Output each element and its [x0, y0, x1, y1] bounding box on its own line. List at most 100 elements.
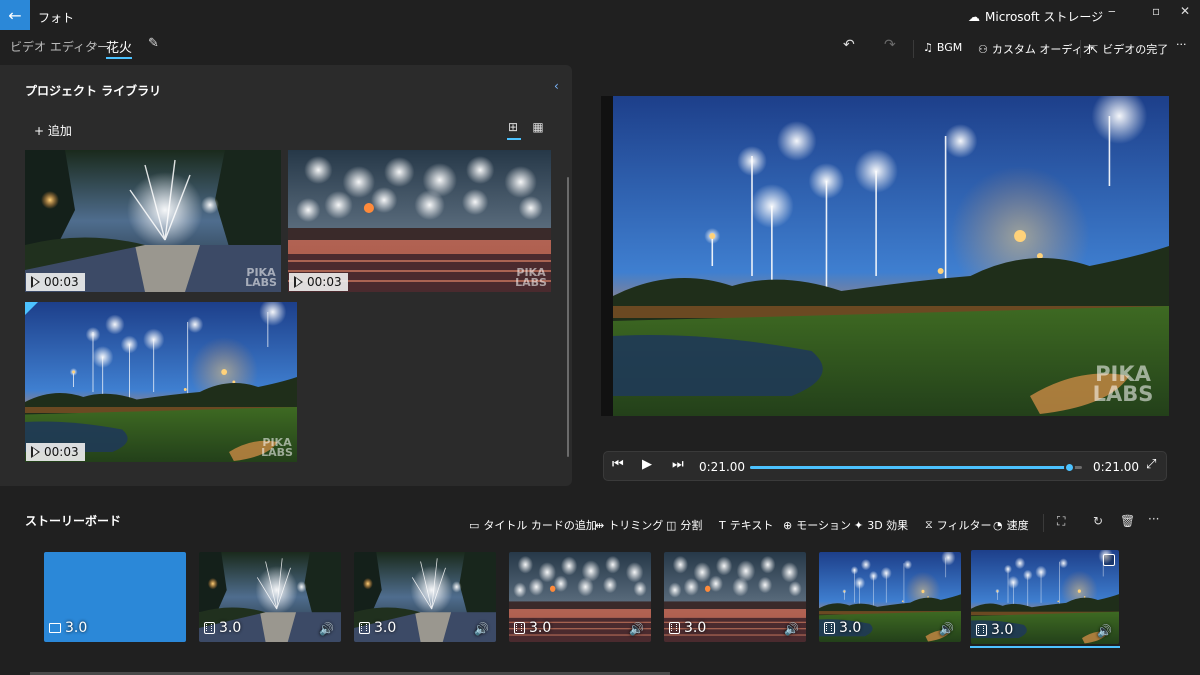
clip-duration: 3.0	[514, 620, 551, 636]
video-preview[interactable]: PIKA LABS	[601, 96, 1169, 416]
trim-button[interactable]: ⇹ トリミング	[595, 517, 663, 533]
filter-label: フィルター	[936, 519, 992, 532]
image-icon	[49, 623, 61, 633]
clip-duration: 3.0	[49, 620, 87, 636]
clip-duration-text: 3.0	[65, 620, 88, 636]
clip-select-checkbox[interactable]	[1103, 554, 1115, 566]
seek-bar[interactable]	[750, 462, 1082, 473]
storyboard-divider	[1043, 514, 1044, 532]
export-icon: ⇱	[1089, 42, 1099, 56]
custom-audio-label: カスタム オーディオ	[991, 43, 1094, 56]
volume-icon[interactable]: 🔊	[319, 622, 334, 636]
fireworks-thumbnail	[25, 302, 297, 462]
toolbar-divider	[913, 40, 914, 58]
storyboard-clip-selected[interactable]: 3.0 🔊	[971, 550, 1119, 644]
duration-badge: 00:03	[26, 273, 85, 291]
speed-label: 速度	[1006, 519, 1029, 532]
music-note-icon: ♫	[923, 41, 933, 54]
rotate-icon[interactable]: ↻	[1093, 514, 1103, 528]
storyboard-more-button[interactable]: ···	[1148, 512, 1159, 526]
film-icon	[976, 624, 987, 636]
text-button[interactable]: T テキスト	[719, 517, 773, 533]
volume-icon[interactable]: 🔊	[629, 622, 644, 636]
split-button[interactable]: ◫ 分割	[666, 517, 702, 533]
custom-audio-button[interactable]: ⚇ カスタム オーディオ	[978, 41, 1094, 57]
split-label: 分割	[680, 519, 703, 532]
library-item[interactable]: PIKA LABS 00:03	[25, 302, 297, 462]
volume-icon[interactable]: 🔊	[474, 622, 489, 636]
delete-icon[interactable]: 🗑	[1120, 514, 1135, 528]
breadcrumb-underline	[106, 57, 132, 59]
clip-duration-text: 3.0	[991, 622, 1014, 638]
redo-icon[interactable]: ↷	[884, 37, 896, 53]
speed-icon: ◔	[993, 518, 1003, 532]
storage-indicator[interactable]: ☁ Microsoft ストレージ	[968, 8, 1103, 25]
clip-duration: 3.0	[824, 620, 861, 636]
more-options-button[interactable]: ···	[1176, 38, 1187, 51]
storyboard-clip-title-card[interactable]: 3.0	[44, 552, 186, 642]
bgm-button[interactable]: ♫ BGM	[923, 41, 962, 54]
clip-duration: 3.0	[204, 620, 241, 636]
library-item[interactable]: PIKA LABS 00:03	[25, 150, 281, 292]
storyboard-clip[interactable]: 3.0 🔊	[509, 552, 651, 642]
clip-duration: 3.0	[669, 620, 706, 636]
filter-icon: ⧖	[925, 518, 933, 531]
split-icon: ◫	[666, 518, 677, 532]
large-grid-view-icon[interactable]: ⊞	[503, 117, 523, 137]
3d-effects-label: 3D 効果	[867, 519, 909, 532]
breadcrumb-separator: ›	[93, 37, 98, 51]
text-icon: T	[719, 518, 726, 532]
finish-video-button[interactable]: ⇱ ビデオの完了	[1089, 41, 1168, 57]
motion-button[interactable]: ⊕ モーション	[783, 517, 851, 533]
storyboard-title: ストーリーボード	[25, 514, 122, 528]
add-title-card-button[interactable]: ▭ タイトル カードの追加	[469, 517, 597, 533]
small-grid-view-icon[interactable]: ▦	[528, 117, 548, 137]
finish-video-label: ビデオの完了	[1102, 43, 1169, 56]
crop-icon[interactable]: ⛶	[1057, 514, 1065, 529]
film-icon	[359, 622, 370, 634]
volume-icon[interactable]: 🔊	[939, 622, 954, 636]
filter-button[interactable]: ⧖ フィルター	[925, 517, 992, 533]
step-forward-icon[interactable]: ⏭	[672, 457, 684, 472]
collapse-chevron-icon[interactable]: ‹	[554, 79, 559, 93]
maximize-button[interactable]: ▫	[1152, 4, 1160, 18]
undo-icon[interactable]: ↶	[843, 37, 855, 53]
volume-icon[interactable]: 🔊	[784, 622, 799, 636]
back-button[interactable]: ←	[0, 0, 30, 30]
total-time: 0:21.00	[1093, 460, 1140, 474]
fullscreen-icon[interactable]: ⤢	[1146, 457, 1156, 472]
storyboard-clip[interactable]: 3.0 🔊	[664, 552, 806, 642]
duration-badge: 00:03	[289, 273, 348, 291]
library-item[interactable]: PIKA LABS 00:03	[288, 150, 551, 292]
library-scrollbar[interactable]	[567, 177, 569, 457]
rename-pencil-icon[interactable]: ✎	[148, 36, 159, 51]
play-icon	[31, 276, 40, 288]
storyboard-clip[interactable]: 3.0 🔊	[354, 552, 496, 642]
3d-effects-button[interactable]: ✦ 3D 効果	[854, 517, 908, 533]
selected-clip-underline	[970, 646, 1120, 648]
add-media-button[interactable]: + 追加	[34, 122, 72, 139]
duration-badge: 00:03	[26, 443, 85, 461]
volume-icon[interactable]: 🔊	[1097, 624, 1112, 638]
text-label: テキスト	[729, 519, 774, 532]
play-icon	[294, 276, 303, 288]
step-back-icon[interactable]: ⏮	[612, 457, 624, 472]
fireworks-thumbnail	[288, 150, 551, 292]
minimize-button[interactable]: ‒	[1108, 4, 1116, 18]
storyboard-clip[interactable]: 3.0 🔊	[199, 552, 341, 642]
seek-bar-thumb[interactable]	[1063, 462, 1075, 473]
speed-button[interactable]: ◔ 速度	[993, 517, 1029, 533]
breadcrumb-current[interactable]: 花火	[106, 37, 132, 56]
clip-duration: 3.0	[359, 620, 396, 636]
image-icon: ▭	[469, 518, 480, 532]
film-icon	[514, 622, 525, 634]
toolbar-divider	[1080, 40, 1081, 58]
storyboard-clip[interactable]: 3.0 🔊	[819, 552, 961, 642]
clip-duration-text: 3.0	[219, 620, 242, 636]
close-button[interactable]: ✕	[1180, 4, 1190, 18]
clip-duration-text: 3.0	[839, 620, 862, 636]
project-library-panel: プロジェクト ライブラリ ‹ + 追加 ⊞ ▦ PIKA LABS 00:03 …	[0, 65, 572, 486]
watermark: PIKA LABS	[261, 436, 293, 459]
watermark: PIKA LABS	[245, 266, 277, 289]
play-button-icon[interactable]: ▶	[642, 457, 652, 472]
